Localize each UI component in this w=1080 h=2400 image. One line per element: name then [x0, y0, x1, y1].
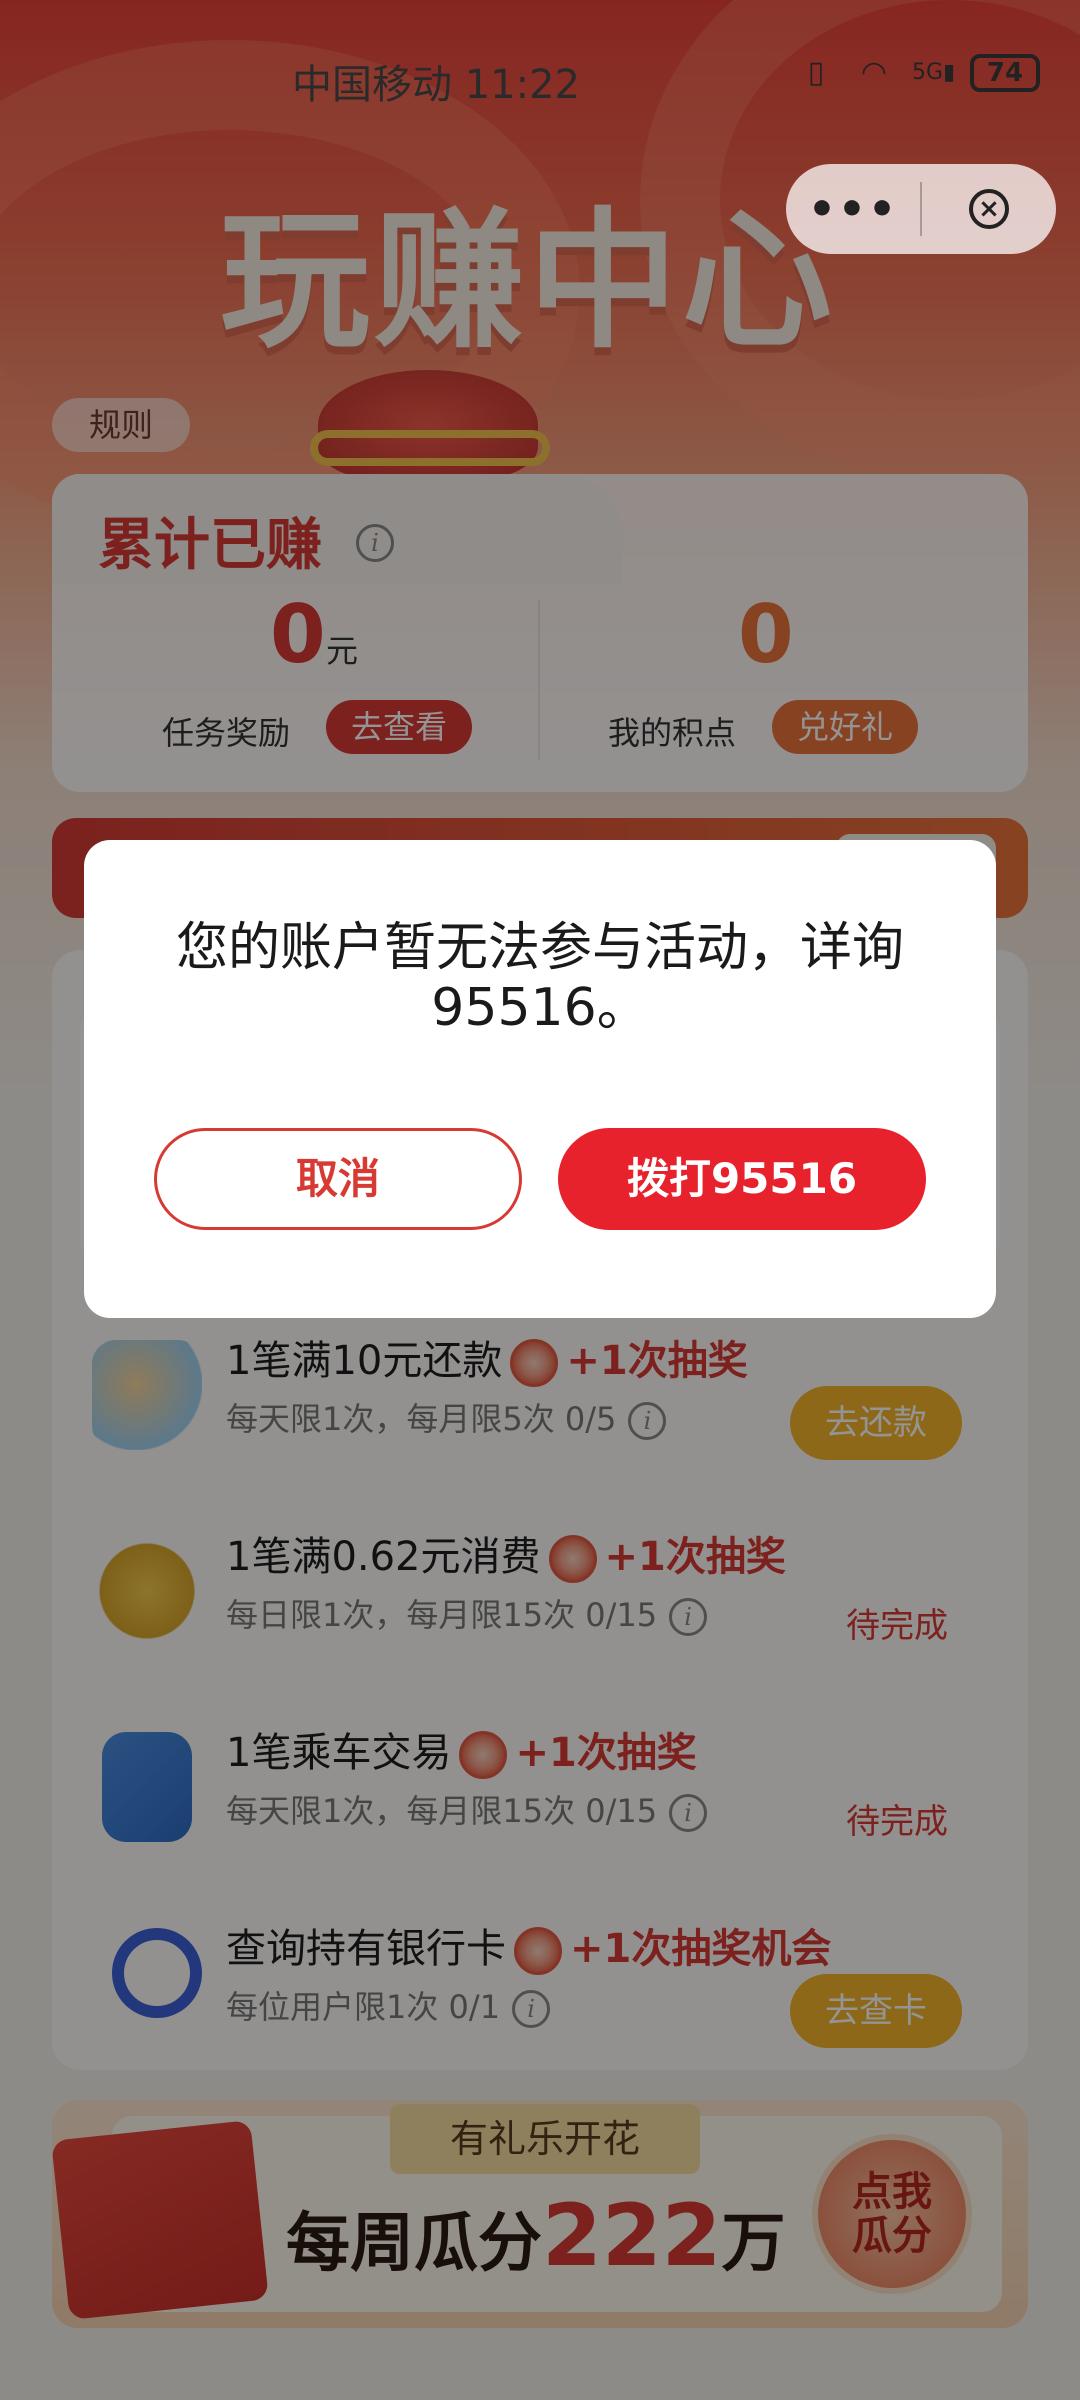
call-button[interactable]: 拨打95516: [558, 1128, 926, 1230]
status-bar: 中国移动 11:22 ▯ ◠ 5G▮ 74: [0, 40, 1080, 120]
more-menu-button[interactable]: •••: [786, 184, 920, 235]
battery-icon: 74: [970, 54, 1040, 92]
vibrate-icon: ▯: [807, 55, 825, 90]
close-button[interactable]: ×: [922, 189, 1056, 229]
wifi-icon: ◠: [860, 55, 888, 90]
alert-dialog: 您的账户暂无法参与活动，详询95516。 取消 拨打95516: [84, 840, 996, 1318]
page-root: 玩赚中心 规则 累计已赚 i 0 元 任务奖励 去查看 0 我的积点 兑好礼 1…: [0, 0, 1080, 2400]
status-icons: ▯ ◠ 5G▮ 74: [796, 54, 1040, 92]
status-carrier: 中国移动 11:22: [292, 62, 580, 108]
dialog-message: 您的账户暂无法参与活动，详询95516。: [175, 918, 904, 1038]
cancel-button[interactable]: 取消: [154, 1128, 522, 1230]
miniapp-capsule: ••• ×: [786, 164, 1056, 254]
close-icon: ×: [969, 189, 1009, 229]
signal-icon: 5G▮: [912, 60, 956, 85]
